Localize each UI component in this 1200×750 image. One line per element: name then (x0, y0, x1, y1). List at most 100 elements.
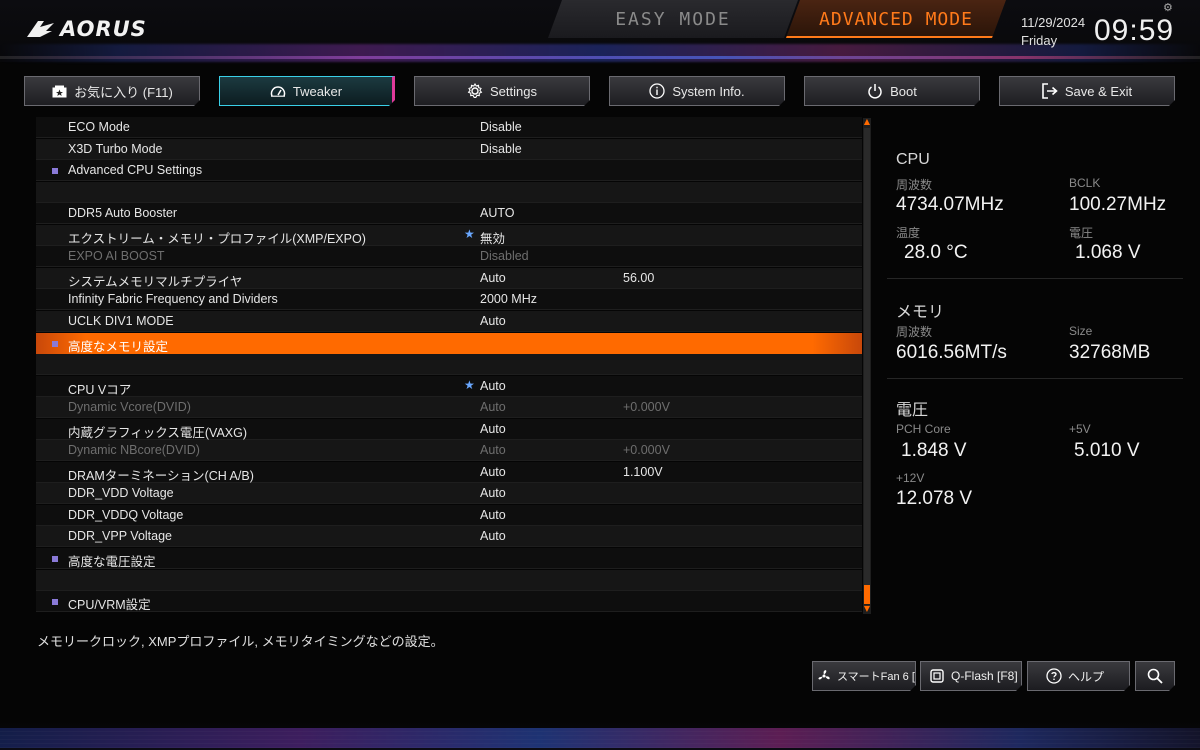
setting-label: DRAMターミネーション(CH A/B) (68, 468, 254, 483)
scrollbar-thumb[interactable] (864, 128, 870, 604)
divider (887, 278, 1183, 279)
gear-icon (467, 83, 483, 99)
cpu-temp-label: 温度 (896, 226, 921, 240)
setting-label: 高度なメモリ設定 (68, 339, 169, 354)
setting-value: Auto (480, 400, 506, 415)
search-button[interactable] (1135, 661, 1175, 691)
aorus-logo: AORUS (26, 14, 147, 44)
help-icon (1046, 668, 1062, 684)
setting-value[interactable]: 2000 MHz (480, 292, 537, 306)
tab-label: System Info. (672, 83, 745, 99)
setting-value[interactable]: Auto (480, 271, 506, 285)
favorite-star-icon[interactable]: ★ (464, 227, 475, 241)
setting-label: CPU/VRM設定 (68, 598, 151, 613)
spacer-row (36, 354, 862, 376)
day-text: Friday (1021, 33, 1058, 48)
memory-section-title: メモリ (896, 304, 945, 321)
tab-label: お気に入り (F11) (74, 84, 173, 100)
setting-label: エクストリーム・メモリ・プロファイル(XMP/EXPO) (68, 231, 366, 246)
setting-row[interactable]: 内蔵グラフィックス電圧(VAXG) Auto (36, 418, 862, 440)
easy-mode-button[interactable]: EASY MODE (548, 0, 798, 38)
setting-current-value: 1.100V (623, 464, 663, 479)
setting-label: DDR5 Auto Booster (68, 206, 178, 221)
qflash-label: Q-Flash [F8] (951, 669, 1018, 683)
settings-gear-icon[interactable]: ⚙ (1163, 1, 1173, 14)
setting-value[interactable]: 無効 (480, 228, 505, 247)
setting-row[interactable]: UCLK DIV1 MODE Auto (36, 311, 862, 332)
setting-row[interactable]: DDR5 Auto Booster AUTO (36, 203, 862, 225)
mem-size-label: Size (1069, 324, 1093, 338)
setting-value[interactable]: Auto (480, 465, 506, 479)
clock: 09:59 (1094, 14, 1175, 47)
submenu-item[interactable]: Advanced CPU Settings (36, 160, 862, 182)
setting-row[interactable]: CPU Vコア ★ Auto (36, 375, 862, 397)
setting-row[interactable]: ECO Mode Disable (36, 117, 862, 138)
setting-label: DDR_VDD Voltage (68, 486, 174, 501)
setting-row[interactable]: Dynamic Vcore(DVID) Auto +0.000V (36, 397, 862, 419)
favorite-star-icon[interactable]: ★ (464, 378, 475, 392)
help-button[interactable]: ヘルプ (1027, 661, 1130, 691)
submenu-item[interactable]: CPU/VRM設定 (36, 591, 862, 613)
pch-core-value: 1.848 V (901, 440, 967, 461)
tab-system-info[interactable]: System Info. (609, 76, 785, 106)
tab-favorites[interactable]: お気に入り (F11) (24, 76, 200, 106)
exit-icon (1042, 83, 1058, 99)
setting-row[interactable]: システムメモリマルチプライヤ Auto 56.00 (36, 267, 862, 289)
main-tabs: お気に入り (F11) Tweaker Settings System Info… (24, 76, 1176, 106)
spacer-row (36, 181, 862, 203)
setting-label: Infinity Fabric Frequency and Dividers (68, 292, 278, 307)
mem-freq-label: 周波数 (896, 325, 933, 339)
tab-settings[interactable]: Settings (414, 76, 590, 106)
setting-label: 高度な電圧設定 (68, 555, 156, 569)
setting-value[interactable]: Disable (480, 142, 522, 156)
brand-name: AORUS (60, 17, 147, 41)
scroll-up-arrow-icon[interactable]: ▲ (863, 118, 871, 126)
setting-value[interactable]: Disable (480, 120, 522, 134)
setting-row[interactable]: Infinity Fabric Frequency and Dividers 20… (36, 289, 862, 311)
spacer-row (36, 569, 862, 591)
setting-current-value: 56.00 (623, 270, 655, 285)
scroll-down-arrow-icon[interactable]: ▼ (863, 605, 871, 613)
setting-value[interactable]: Auto (480, 379, 506, 393)
help-description: メモリークロック, XMPプロファイル, メモリタイミングなどの設定。 (37, 634, 444, 649)
submenu-item[interactable]: 高度なメモリ設定 (36, 332, 862, 354)
setting-value[interactable]: Auto (480, 314, 506, 328)
setting-label: UCLK DIV1 MODE (68, 314, 174, 328)
5v-value: 5.010 V (1074, 440, 1140, 461)
setting-row[interactable]: Dynamic NBcore(DVID) Auto +0.000V (36, 440, 862, 462)
setting-row[interactable]: DDR_VDD Voltage Auto (36, 483, 862, 505)
tab-boot[interactable]: Boot (804, 76, 980, 106)
setting-row[interactable]: DDR_VDDQ Voltage Auto (36, 504, 862, 526)
submenu-bullet-icon (52, 556, 58, 562)
bclk-label: BCLK (1069, 176, 1101, 190)
setting-label: Dynamic NBcore(DVID) (68, 443, 200, 458)
setting-value[interactable]: Auto (480, 529, 506, 543)
speedometer-icon (270, 83, 286, 99)
smart-fan-button[interactable]: スマートFan 6 [F (812, 661, 916, 691)
setting-value[interactable]: Auto (480, 486, 506, 500)
setting-label: 内蔵グラフィックス電圧(VAXG) (68, 425, 248, 440)
setting-value[interactable]: Auto (480, 422, 506, 436)
setting-value: Disabled (480, 249, 529, 264)
bclk-value: 100.27MHz (1069, 194, 1167, 215)
setting-row[interactable]: DDR_VPP Voltage Auto (36, 526, 862, 548)
setting-value[interactable]: AUTO (480, 206, 515, 220)
setting-row[interactable]: DRAMターミネーション(CH A/B) Auto 1.100V (36, 461, 862, 483)
setting-label: システムメモリマルチプライヤ (68, 274, 243, 289)
tab-save-exit[interactable]: Save & Exit (999, 76, 1175, 106)
qflash-button[interactable]: Q-Flash [F8] (920, 661, 1022, 691)
setting-row[interactable]: X3D Turbo Mode Disable (36, 138, 862, 160)
setting-row[interactable]: エクストリーム・メモリ・プロファイル(XMP/EXPO) ★ 無効 (36, 224, 862, 247)
12v-label: +12V (896, 471, 925, 485)
voltage-section-title: 電圧 (896, 402, 929, 419)
setting-label: CPU Vコア (68, 382, 132, 397)
tab-tweaker[interactable]: Tweaker (219, 76, 395, 106)
setting-value: Auto (480, 443, 506, 458)
advanced-mode-button[interactable]: ADVANCED MODE (786, 0, 1006, 38)
settings-list: ECO Mode Disable X3D Turbo Mode Disable Adva… (36, 117, 862, 613)
setting-value[interactable]: Auto (480, 508, 506, 522)
cpu-volt-value: 1.068 V (1075, 242, 1141, 263)
submenu-item[interactable]: 高度な電圧設定 (36, 548, 862, 569)
aorus-eagle-icon (27, 21, 54, 37)
setting-row[interactable]: EXPO AI BOOST Disabled (36, 246, 862, 268)
